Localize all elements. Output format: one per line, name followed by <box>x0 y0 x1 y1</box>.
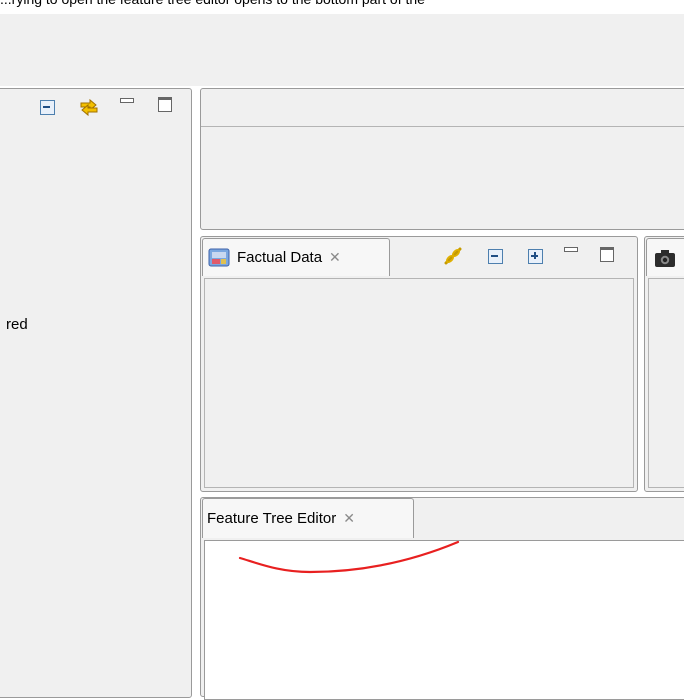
close-icon[interactable]: ✕ <box>343 510 355 527</box>
maximize-icon[interactable] <box>600 247 614 262</box>
maximize-icon[interactable] <box>158 97 172 112</box>
link-with-editor-icon[interactable] <box>78 97 100 117</box>
factual-data-icon <box>207 247 231 269</box>
tab-camera-view[interactable] <box>646 238 684 276</box>
annotation-stroke <box>238 540 460 574</box>
camera-view-content <box>648 278 684 488</box>
collapse-all-icon[interactable] <box>488 249 503 264</box>
minimize-icon[interactable] <box>564 247 578 252</box>
expand-all-icon[interactable] <box>528 249 543 264</box>
caption-text: ...rying to open the feature tree editor… <box>0 0 684 11</box>
factual-data-toolbar <box>440 244 630 270</box>
left-panel-toolbar <box>0 90 190 126</box>
toolbar-area <box>0 14 684 86</box>
minimize-icon[interactable] <box>120 98 134 103</box>
factual-data-content[interactable] <box>204 278 634 488</box>
camera-icon <box>653 247 677 269</box>
factual-data-tab-label: Factual Data <box>237 249 323 266</box>
close-icon[interactable]: ✕ <box>329 249 341 266</box>
top-right-panel-header-line <box>201 126 684 127</box>
feature-tree-editor-tab-label: Feature Tree Editor <box>207 510 337 527</box>
link-icon[interactable] <box>442 245 464 267</box>
left-panel <box>0 88 192 698</box>
collapse-all-icon[interactable] <box>40 100 55 115</box>
top-right-panel <box>200 88 684 230</box>
tab-factual-data[interactable]: Factual Data ✕ <box>202 238 390 276</box>
tab-feature-tree-editor[interactable]: Feature Tree Editor ✕ <box>202 498 414 538</box>
left-panel-partial-text: red <box>6 316 28 333</box>
